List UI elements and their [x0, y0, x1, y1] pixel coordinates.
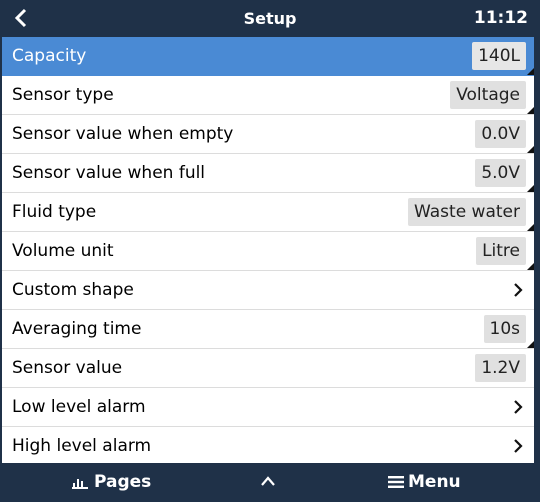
menu-label: Menu [408, 472, 461, 492]
row-low-level-alarm[interactable]: Low level alarm [2, 388, 534, 427]
row-sensor-value: Sensor value 1.2V [2, 349, 534, 388]
chevron-right-icon [514, 400, 523, 414]
row-label: Averaging time [12, 319, 142, 339]
row-label: Capacity [12, 46, 87, 66]
app-frame: Setup 11:12 Capacity 140L Sensor type Vo… [0, 0, 540, 502]
edit-corner-icon [527, 341, 534, 348]
edit-corner-icon [527, 107, 534, 114]
edit-corner-icon [527, 224, 534, 231]
menu-button[interactable]: Menu [388, 463, 461, 502]
row-fluid-type[interactable]: Fluid type Waste water [2, 193, 534, 232]
pages-button[interactable]: Pages [72, 463, 151, 502]
row-label: Sensor type [12, 85, 114, 105]
chevron-right-icon [514, 439, 523, 453]
row-label: High level alarm [12, 436, 152, 456]
row-capacity[interactable]: Capacity 140L [2, 37, 534, 76]
row-value: 1.2V [475, 354, 526, 382]
clock: 11:12 [473, 8, 528, 28]
row-sensor-value-empty[interactable]: Sensor value when empty 0.0V [2, 115, 534, 154]
hamburger-icon [388, 476, 404, 488]
settings-list: Capacity 140L Sensor type Voltage Sensor… [2, 37, 534, 466]
row-value: Litre [476, 237, 526, 265]
row-label: Volume unit [12, 241, 114, 261]
row-sensor-type[interactable]: Sensor type Voltage [2, 76, 534, 115]
page-title: Setup [243, 9, 297, 28]
row-label: Custom shape [12, 280, 134, 300]
row-label: Fluid type [12, 202, 97, 222]
footer-bar: Pages Menu [0, 463, 540, 502]
row-label: Sensor value when empty [12, 124, 234, 144]
pages-label: Pages [94, 472, 152, 492]
row-volume-unit[interactable]: Volume unit Litre [2, 232, 534, 271]
row-label: Sensor value when full [12, 163, 206, 183]
row-averaging-time[interactable]: Averaging time 10s [2, 310, 534, 349]
row-value: Voltage [450, 81, 526, 109]
row-value: 0.0V [475, 120, 526, 148]
row-value: 10s [483, 315, 526, 343]
chevron-right-icon [514, 283, 523, 297]
row-value: 140L [472, 42, 526, 70]
row-label: Low level alarm [12, 397, 146, 417]
edit-corner-icon [527, 263, 534, 270]
bar-chart-icon [72, 479, 88, 489]
row-value: 5.0V [475, 159, 526, 187]
row-label: Sensor value [12, 358, 123, 378]
row-custom-shape[interactable]: Custom shape [2, 271, 534, 310]
edit-corner-icon [527, 146, 534, 153]
edit-corner-icon [527, 68, 534, 75]
header: Setup 11:12 [0, 0, 540, 37]
chevron-up-icon[interactable] [260, 474, 276, 488]
row-value: Waste water [408, 198, 526, 226]
row-high-level-alarm[interactable]: High level alarm [2, 427, 534, 466]
row-sensor-value-full[interactable]: Sensor value when full 5.0V [2, 154, 534, 193]
edit-corner-icon [527, 185, 534, 192]
